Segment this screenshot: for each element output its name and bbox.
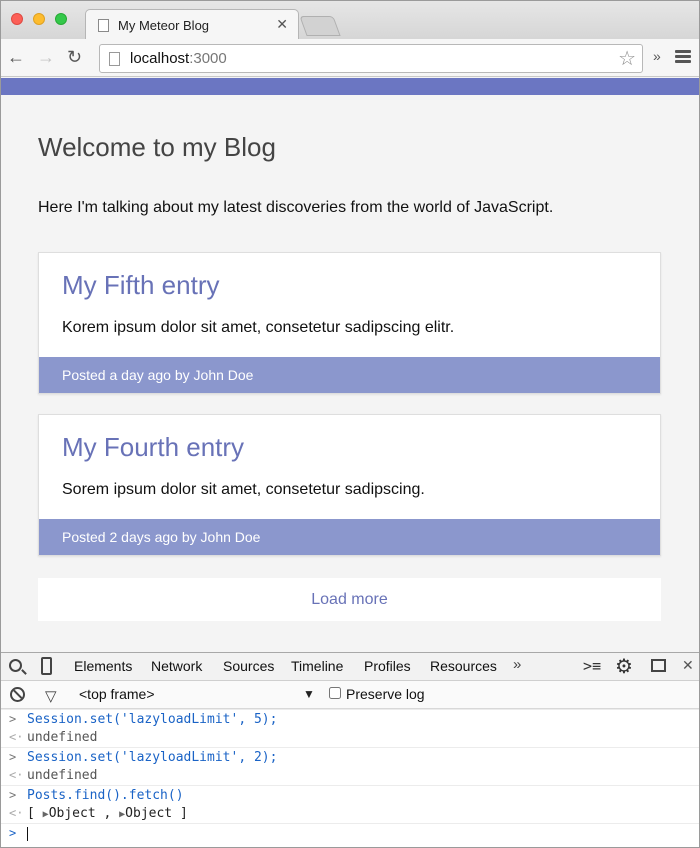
array-open-bracket: [ [27,806,35,821]
output-return-icon: <· [9,806,24,820]
devtools-panel: Elements Network Sources Timeline Profil… [1,652,699,847]
address-bar[interactable]: localhost:3000 ☆ [99,44,643,73]
chevron-down-icon[interactable]: ▼ [303,687,315,701]
tab-elements[interactable]: Elements [74,658,132,674]
console-filter-bar: ▽ <top frame> ▼ Preserve log [1,681,699,709]
console-input-line: > Posts.find().fetch() [1,785,699,804]
array-close-bracket: ] [179,806,188,821]
output-return-icon: <· [9,768,24,782]
hamburger-menu-icon[interactable] [675,50,691,64]
url-text[interactable]: localhost:3000 [130,50,227,67]
post-meta: Posted a day ago by John Doe [62,367,254,383]
console-result: undefined [27,730,98,745]
device-mode-icon[interactable] [41,657,52,675]
page-icon [109,52,120,66]
text-caret [27,826,28,841]
tab-title: My Meteor Blog [118,18,210,33]
close-window-button[interactable] [11,13,23,25]
clear-console-icon[interactable] [10,687,25,702]
site-header-bar [1,78,699,95]
post-meta: Posted 2 days ago by John Doe [62,529,261,545]
console-result: undefined [27,768,98,783]
object-entry[interactable]: Object [49,806,96,821]
console-drawer-icon[interactable]: >≡ [583,657,601,675]
post-footer: Posted a day ago by John Doe [39,357,660,393]
object-entry[interactable]: Object [125,806,172,821]
extensions-overflow-icon[interactable]: » [653,48,661,64]
console-prompt[interactable]: > [1,823,699,842]
frame-selector[interactable]: <top frame> [79,686,155,702]
filter-icon[interactable]: ▽ [45,687,57,705]
browser-toolbar: ← → ↻ localhost:3000 ☆ » [1,39,699,77]
load-more-button[interactable]: Load more [38,578,661,621]
tab-close-icon[interactable]: ✕ [276,16,288,33]
tab-profiles[interactable]: Profiles [364,658,411,674]
browser-window: My Meteor Blog ✕ ← → ↻ localhost:3000 ☆ … [0,0,700,848]
reload-icon[interactable]: ↻ [67,47,82,67]
page-icon [98,19,109,32]
intro-text: Here I'm talking about my latest discove… [38,199,554,216]
console-command: Session.set('lazyloadLimit', 5); [27,712,278,727]
post-title-link[interactable]: My Fifth entry [62,270,219,301]
gear-icon[interactable]: ⚙ [615,654,633,679]
bookmark-star-icon[interactable]: ☆ [618,46,636,71]
preserve-log-checkbox[interactable] [329,687,341,699]
console-log: > Session.set('lazyloadLimit', 5); <· un… [1,709,699,842]
post-card: My Fourth entry Sorem ipsum dolor sit am… [38,414,661,556]
inspect-search-icon[interactable] [9,659,22,672]
minimize-window-button[interactable] [33,13,45,25]
input-prompt-icon: > [9,712,17,726]
dock-side-icon[interactable] [651,659,666,672]
new-tab-button[interactable] [299,16,341,36]
input-prompt-icon: > [9,750,17,764]
post-excerpt: Korem ipsum dolor sit amet, consetetur s… [62,319,455,336]
url-host: localhost [130,50,190,67]
more-tabs-icon[interactable]: » [513,656,521,673]
url-port: :3000 [189,50,227,67]
browser-tab[interactable]: My Meteor Blog ✕ [85,9,299,40]
console-command: Session.set('lazyloadLimit', 2); [27,750,278,765]
console-output-line: <· undefined [1,728,699,747]
tab-network[interactable]: Network [151,658,202,674]
page-content: Welcome to my Blog Here I'm talking abou… [1,95,699,652]
devtools-tab-bar: Elements Network Sources Timeline Profil… [1,653,699,681]
post-footer: Posted 2 days ago by John Doe [39,519,660,555]
console-input-line: > Session.set('lazyloadLimit', 2); [1,747,699,766]
post-excerpt: Sorem ipsum dolor sit amet, consetetur s… [62,481,425,498]
post-title-link[interactable]: My Fourth entry [62,432,244,463]
tab-resources[interactable]: Resources [430,658,497,674]
close-icon[interactable]: ✕ [682,657,694,674]
output-return-icon: <· [9,730,24,744]
forward-arrow-icon[interactable]: → [37,47,55,67]
tab-timeline[interactable]: Timeline [291,658,343,674]
post-card: My Fifth entry Korem ipsum dolor sit ame… [38,252,661,394]
tab-sources[interactable]: Sources [223,658,274,674]
back-arrow-icon[interactable]: ← [7,47,25,67]
console-input-line: > Session.set('lazyloadLimit', 5); [1,709,699,728]
input-prompt-icon: > [9,826,17,840]
console-command: Posts.find().fetch() [27,788,184,803]
tab-bar: My Meteor Blog ✕ [1,1,699,40]
preserve-log-label: Preserve log [346,686,425,702]
console-output-line: <· undefined [1,766,699,785]
page-title: Welcome to my Blog [38,132,276,162]
zoom-window-button[interactable] [55,13,67,25]
console-output-line: <· [ ▶Object , ▶Object ] [9,806,188,821]
input-prompt-icon: > [9,788,17,802]
